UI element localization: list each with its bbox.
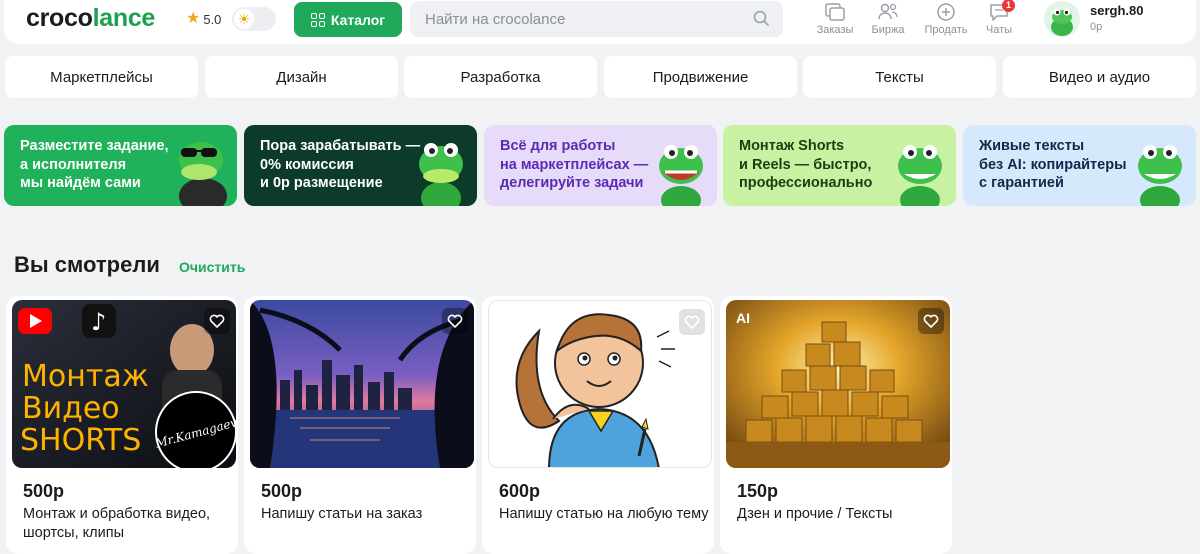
promo-text: Живые тексты без AI: копирайтеры с гаран… [979, 138, 1127, 191]
card-title[interactable]: Напишу статью на любую тему [499, 505, 711, 524]
card-image-caption-line1: Монтаж [22, 359, 149, 394]
nav-sell-label: Продать [924, 24, 968, 36]
avatar[interactable] [1044, 1, 1080, 37]
chat-icon-wrap: 1 [988, 0, 1015, 22]
logo-text-part2: lance [92, 4, 156, 32]
favorite-button[interactable] [204, 308, 230, 334]
ai-tag: AI [736, 310, 750, 326]
card-image: ♪ Монтаж Видео SHORTS Mr.Kamagaev [12, 300, 236, 468]
card-image: AI [726, 300, 950, 468]
crocodile-mascot-icon [1138, 145, 1182, 206]
promo-banner-marketplaces[interactable]: Всё для работы на маркетплейсах — делеги… [484, 125, 717, 206]
service-card[interactable]: ♪ Монтаж Видео SHORTS Mr.Kamagaev 500р М… [6, 296, 238, 554]
nav-chats-label: Чаты [985, 24, 1013, 36]
heart-icon [923, 314, 939, 328]
promo-banner-zero-commission[interactable]: Пора зарабатывать — 0% комиссия и 0р раз… [244, 125, 477, 206]
promo-banner-live-texts[interactable]: Живые тексты без AI: копирайтеры с гаран… [963, 125, 1196, 206]
card-price: 150р [737, 481, 779, 501]
card-price: 600р [499, 481, 541, 501]
service-card[interactable]: 600р Напишу статью на любую тему [482, 296, 714, 554]
sell-icon [937, 3, 955, 21]
crocodile-mascot-icon [898, 145, 942, 206]
nav-exchange[interactable]: Биржа [863, 2, 913, 36]
exchange-icon [878, 3, 898, 20]
logo-text-part1: croco [26, 4, 93, 32]
search-box [410, 1, 783, 37]
top-header: crocolance ★ 5.0 ☀ Каталог Заказы Биржа … [4, 0, 1196, 44]
promo-banner-shorts-reels[interactable]: Монтаж Shorts и Reels — быстро, професси… [723, 125, 956, 206]
promo-text: Монтаж Shorts и Reels — быстро, професси… [739, 138, 873, 191]
username[interactable]: sergh.80 [1090, 3, 1143, 18]
service-card[interactable]: 500р Напишу статьи на заказ [244, 296, 476, 554]
crocodile-mascot-icon [419, 143, 463, 206]
crocodile-mascot-icon [179, 142, 227, 206]
rating: ★ 5.0 [186, 11, 221, 27]
svg-text:♪: ♪ [91, 308, 106, 336]
heart-icon [684, 315, 700, 329]
nav-chats[interactable]: 1 Чаты [974, 0, 1024, 36]
promo-banner-post-task[interactable]: Разместите задание, а исполнителя мы най… [4, 125, 237, 206]
crocodile-mascot-icon [659, 145, 703, 206]
favorite-button[interactable] [442, 308, 468, 334]
chat-badge: 1 [1002, 0, 1015, 12]
card-price: 500р [261, 481, 303, 501]
card-title[interactable]: Напишу статьи на заказ [261, 505, 473, 524]
card-price: 500р [23, 481, 65, 501]
catalog-label: Каталог [330, 11, 386, 28]
logo[interactable]: crocolance [26, 4, 155, 33]
nav-orders[interactable]: Заказы [810, 2, 860, 36]
search-input[interactable] [410, 1, 783, 37]
card-image-caption-line3: SHORTS [20, 423, 141, 458]
category-tab-texts[interactable]: Тексты [803, 56, 996, 98]
card-image [250, 300, 474, 468]
grid-icon [310, 12, 325, 27]
favorite-button[interactable] [918, 308, 944, 334]
balance: 0р [1090, 21, 1103, 33]
theme-toggle[interactable]: ☀ [232, 7, 276, 31]
star-icon: ★ [186, 10, 201, 27]
clear-history-link[interactable]: Очистить [179, 259, 245, 275]
heart-icon [447, 314, 463, 328]
category-tab-marketplaces[interactable]: Маркетплейсы [5, 56, 198, 98]
category-tab-design[interactable]: Дизайн [205, 56, 398, 98]
rating-value: 5.0 [203, 11, 222, 27]
service-card[interactable]: AI 150р Дзен и прочие / Тексты [720, 296, 952, 554]
orders-icon [825, 3, 845, 21]
card-image [488, 300, 712, 468]
search-icon[interactable] [753, 10, 769, 26]
nav-sell[interactable]: Продать [921, 2, 971, 36]
category-tab-promotion[interactable]: Продвижение [604, 56, 797, 98]
nav-exchange-label: Биржа [871, 24, 905, 36]
category-tab-video-audio[interactable]: Видео и аудио [1003, 56, 1196, 98]
catalog-button[interactable]: Каталог [294, 2, 402, 37]
category-tab-development[interactable]: Разработка [404, 56, 597, 98]
card-title[interactable]: Монтаж и обработка видео, шортсы, клипы [23, 505, 235, 543]
card-title[interactable]: Дзен и прочие / Тексты [737, 505, 949, 524]
section-title: Вы смотрели [14, 252, 160, 277]
heart-icon [209, 314, 225, 328]
promo-text: Разместите задание, а исполнителя мы най… [20, 138, 169, 191]
promo-text: Пора зарабатывать — 0% комиссия и 0р раз… [260, 138, 421, 191]
favorite-button[interactable] [679, 309, 705, 335]
promo-text: Всё для работы на маркетплейсах — делеги… [500, 138, 649, 191]
card-image-caption-line2: Видео [22, 391, 120, 426]
nav-orders-label: Заказы [816, 24, 854, 36]
sun-icon: ☀ [234, 9, 254, 29]
